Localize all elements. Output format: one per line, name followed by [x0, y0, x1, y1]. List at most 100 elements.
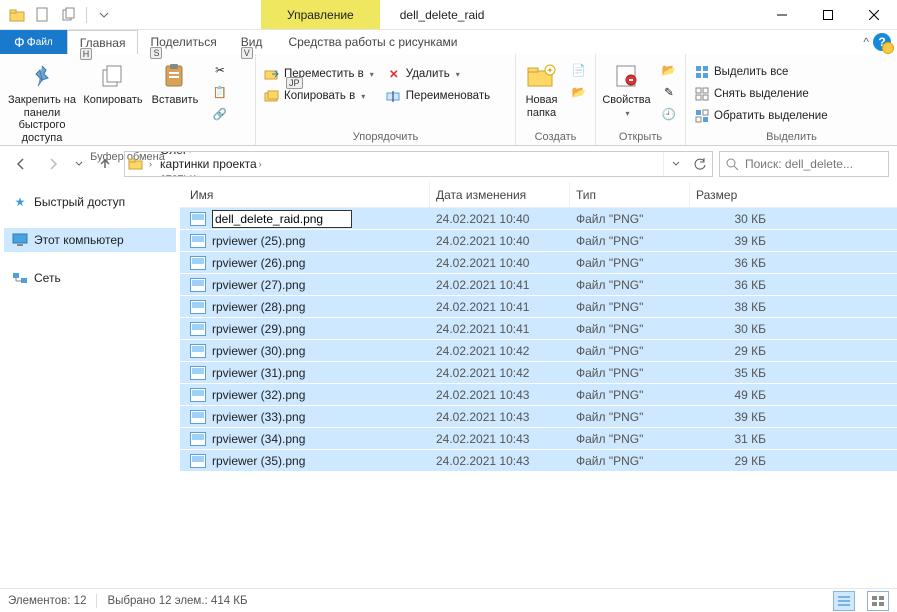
- group-open-label: Открыть: [596, 131, 685, 145]
- sidebar-this-pc[interactable]: Этот компьютер: [4, 228, 176, 252]
- file-row[interactable]: rpviewer (27).png 24.02.2021 10:41 Файл …: [180, 274, 897, 296]
- edit-button[interactable]: ✎: [657, 82, 681, 102]
- cut-button[interactable]: ✂: [208, 60, 232, 80]
- back-button[interactable]: [8, 151, 34, 177]
- file-row[interactable]: rpviewer (28).png 24.02.2021 10:41 Файл …: [180, 296, 897, 318]
- copy-to-button[interactable]: Копировать в▾: [260, 86, 378, 106]
- recent-dropdown[interactable]: [72, 151, 86, 177]
- tab-picture-tools[interactable]: Средства работы с рисункамиJP: [288, 30, 457, 54]
- move-icon: [264, 66, 280, 82]
- qat-page-icon[interactable]: [32, 4, 54, 26]
- copy-path-button[interactable]: 📋: [208, 82, 232, 102]
- file-row[interactable]: rpviewer (31).png 24.02.2021 10:42 Файл …: [180, 362, 897, 384]
- window-controls: [759, 0, 897, 29]
- new-item-button[interactable]: 📄: [567, 60, 591, 80]
- tab-view[interactable]: ВидV: [229, 30, 275, 54]
- rename-input[interactable]: [212, 210, 352, 228]
- history-button[interactable]: 🕘: [657, 104, 681, 124]
- image-file-icon: [190, 256, 206, 270]
- properties-button[interactable]: Свойства▾: [600, 58, 653, 120]
- image-file-icon: [190, 454, 206, 468]
- paste-icon: [159, 60, 191, 92]
- file-listing: Имя Дата изменения Тип Размер 24.02.2021…: [180, 182, 897, 582]
- image-file-icon: [190, 212, 206, 226]
- file-row[interactable]: rpviewer (25).png 24.02.2021 10:40 Файл …: [180, 230, 897, 252]
- sidebar-quick-access[interactable]: ★ Быстрый доступ: [4, 190, 176, 214]
- select-none-icon: [694, 86, 710, 102]
- content: ★ Быстрый доступ Этот компьютер Сеть Имя…: [0, 182, 897, 582]
- new-folder-icon: ✦: [526, 60, 558, 92]
- help-icon[interactable]: ?: [873, 33, 891, 51]
- move-to-button[interactable]: Переместить в▾: [260, 64, 378, 84]
- invert-icon: [694, 108, 710, 124]
- address-folder-icon: [125, 157, 147, 171]
- title-bar: Управление dell_delete_raid: [0, 0, 897, 30]
- select-none-button[interactable]: Снять выделение: [690, 84, 832, 104]
- tab-share[interactable]: ПоделитьсяS: [138, 30, 228, 54]
- delete-button[interactable]: ✕Удалить▾: [382, 64, 494, 84]
- status-count: Элементов: 12: [8, 595, 86, 607]
- breadcrumb-item[interactable]: статьи ›: [154, 171, 285, 177]
- sidebar: ★ Быстрый доступ Этот компьютер Сеть: [0, 182, 180, 582]
- open-button[interactable]: 📂: [657, 60, 681, 80]
- shortcut-icon: 🔗: [212, 106, 228, 122]
- easy-access-button[interactable]: 📂: [567, 82, 591, 102]
- ribbon-tabs: ФФлФайл ГлавнаяH ПоделитьсяS ВидV Средст…: [0, 30, 897, 54]
- file-row[interactable]: rpviewer (33).png 24.02.2021 10:43 Файл …: [180, 406, 897, 428]
- refresh-button[interactable]: [688, 152, 712, 176]
- search-icon: [726, 158, 739, 171]
- star-icon: ★: [12, 194, 28, 210]
- image-file-icon: [190, 234, 206, 248]
- view-large-button[interactable]: [867, 591, 889, 611]
- group-select-label: Выделить: [686, 131, 897, 145]
- file-row[interactable]: rpviewer (26).png 24.02.2021 10:40 Файл …: [180, 252, 897, 274]
- paste-button[interactable]: Вставить: [146, 58, 204, 109]
- breadcrumb-item[interactable]: картинки проекта ›: [154, 157, 285, 171]
- status-bar: Элементов: 12 Выбрано 12 элем.: 414 КБ: [0, 588, 897, 612]
- up-button[interactable]: [92, 151, 118, 177]
- image-file-icon: [190, 300, 206, 314]
- image-file-icon: [190, 366, 206, 380]
- sidebar-network[interactable]: Сеть: [4, 266, 176, 290]
- copy-button[interactable]: Копировать: [84, 58, 142, 109]
- image-file-icon: [190, 278, 206, 292]
- column-type[interactable]: Тип: [570, 182, 690, 207]
- column-date[interactable]: Дата изменения: [430, 182, 570, 207]
- pin-button[interactable]: Закрепить на панели быстрого доступа: [4, 58, 80, 147]
- ribbon-collapse-icon[interactable]: ^: [863, 35, 869, 49]
- address-dropdown[interactable]: [664, 152, 688, 176]
- delete-icon: ✕: [386, 66, 402, 82]
- forward-button[interactable]: [40, 151, 66, 177]
- scissors-icon: ✂: [212, 62, 228, 78]
- ribbon: Закрепить на панели быстрого доступа Коп…: [0, 54, 897, 146]
- group-organize-label: Упорядочить: [256, 131, 515, 145]
- column-name[interactable]: Имя: [180, 182, 430, 207]
- search-input[interactable]: Поиск: dell_delete...: [719, 151, 889, 177]
- column-size[interactable]: Размер: [690, 182, 770, 207]
- invert-selection-button[interactable]: Обратить выделение: [690, 106, 832, 126]
- qat-copy-icon[interactable]: [58, 4, 80, 26]
- qat-overflow-icon[interactable]: [93, 4, 115, 26]
- tab-file[interactable]: ФФлФайл: [0, 30, 67, 54]
- qat-folder-icon[interactable]: [6, 4, 28, 26]
- image-file-icon: [190, 322, 206, 336]
- new-folder-button[interactable]: ✦ Новая папка: [520, 58, 563, 121]
- minimize-button[interactable]: [759, 0, 805, 30]
- tab-home[interactable]: ГлавнаяH: [67, 30, 139, 54]
- view-details-button[interactable]: [833, 591, 855, 611]
- file-row[interactable]: 24.02.2021 10:40 Файл "PNG" 30 КБ: [180, 208, 897, 230]
- file-row[interactable]: rpviewer (32).png 24.02.2021 10:43 Файл …: [180, 384, 897, 406]
- file-row[interactable]: rpviewer (29).png 24.02.2021 10:41 Файл …: [180, 318, 897, 340]
- rename-button[interactable]: Переименовать: [382, 86, 494, 106]
- status-selected: Выбрано 12 элем.: 414 КБ: [107, 595, 247, 607]
- file-row[interactable]: rpviewer (34).png 24.02.2021 10:43 Файл …: [180, 428, 897, 450]
- file-row[interactable]: rpviewer (30).png 24.02.2021 10:42 Файл …: [180, 340, 897, 362]
- select-all-button[interactable]: Выделить все: [690, 62, 832, 82]
- window-title: dell_delete_raid: [380, 0, 505, 29]
- paste-shortcut-button[interactable]: 🔗: [208, 104, 232, 124]
- file-row[interactable]: rpviewer (35).png 24.02.2021 10:43 Файл …: [180, 450, 897, 472]
- close-button[interactable]: [851, 0, 897, 30]
- address-bar[interactable]: › Локальный диск (C:) ›Олег ›картинки пр…: [124, 151, 713, 177]
- maximize-button[interactable]: [805, 0, 851, 30]
- properties-icon: [611, 60, 643, 92]
